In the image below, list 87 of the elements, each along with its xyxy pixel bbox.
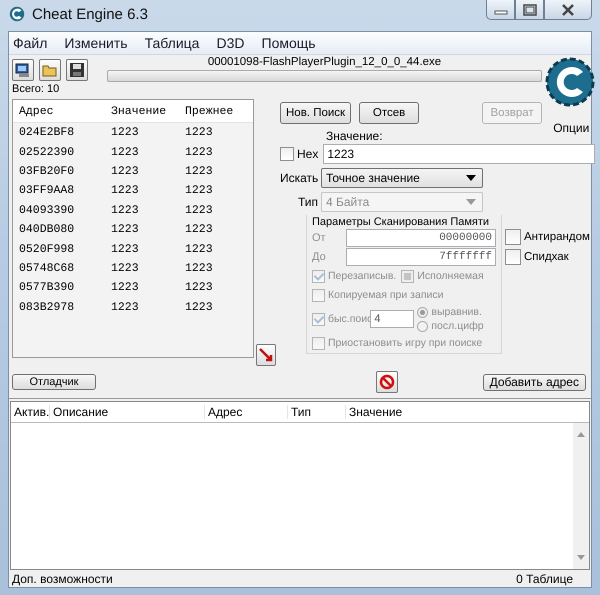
radio-label: посл.цифр [431, 320, 484, 332]
menu-item[interactable]: Изменить [64, 35, 128, 51]
computer-icon[interactable] [12, 59, 34, 81]
hex-checkbox[interactable] [280, 147, 294, 161]
column-header[interactable]: Адрес [13, 104, 105, 118]
scroll-up-icon[interactable] [576, 431, 586, 437]
settings-label[interactable]: Опции [553, 121, 590, 135]
table-cell-text: 083B2978 [18, 300, 76, 314]
from-label: От [312, 232, 327, 244]
group-title: Параметры Сканирования Памяти [312, 215, 490, 229]
table-count: 0 Таблице [516, 572, 573, 586]
table-cell-text: 1223 [110, 242, 140, 256]
minimize-button[interactable] [486, 0, 515, 20]
value-label: Значение: [326, 129, 383, 143]
option-checkbox[interactable] [505, 229, 521, 245]
table-cell-text: 1223 [110, 204, 140, 217]
to-label: До [312, 251, 327, 263]
table-cell-text: 1223 [184, 164, 214, 178]
table-cell-text: 040DB080 [18, 223, 76, 236]
folder-icon[interactable] [39, 59, 61, 81]
table-cell-text: 1223 [184, 223, 214, 236]
fast-scan-label: быс.поис [328, 313, 372, 325]
close-button[interactable] [544, 0, 592, 20]
column-header[interactable]: Описание [50, 405, 205, 419]
table-cell-text: 1223 [110, 223, 140, 236]
maximize-button[interactable] [515, 0, 544, 20]
menu-item[interactable]: Помощь [262, 35, 316, 51]
option-label: Спидхак [524, 251, 569, 263]
column-header[interactable]: Значение [346, 405, 589, 419]
table-cell-text: 1223 [110, 262, 140, 275]
value-type-label: Тип [296, 195, 318, 209]
table-cell-text: 1223 [110, 281, 140, 294]
column-header[interactable]: Актив. [11, 405, 50, 419]
stop-icon[interactable] [376, 371, 398, 393]
column-header[interactable]: Прежнее [179, 104, 251, 118]
option-checkbox[interactable] [505, 249, 521, 265]
logo-icon [8, 5, 26, 23]
window-title: Cheat Engine 6.3 [32, 6, 148, 22]
pause-game-label: Приостановить игру при поиске [328, 337, 482, 349]
table-cell-text: 1223 [184, 184, 214, 198]
writable-label: Перезаписыв. [328, 270, 396, 282]
menu-item[interactable]: D3D [216, 35, 244, 51]
found-count: Всего: 10 [12, 83, 60, 95]
debugger-button[interactable]: Отладчик [12, 374, 96, 390]
table-cell-text: 1223 [184, 146, 214, 159]
option-label: Антирандом [524, 231, 590, 243]
table-cell-text: 03FB20F0 [18, 164, 76, 178]
menu-item[interactable]: Таблица [144, 35, 200, 51]
table-cell-text: 1223 [110, 126, 140, 140]
column-header[interactable]: Адрес [205, 405, 288, 419]
maximize-icon [522, 4, 536, 16]
table-cell-text: 024E2BF8 [18, 126, 76, 140]
hex-label: Hex [297, 147, 318, 161]
table-cell-text: 1223 [110, 164, 140, 178]
scan-type-label: Искать [280, 171, 318, 185]
table-cell-text: 1223 [184, 204, 214, 217]
table-cell-text: 04093390 [18, 204, 76, 217]
table-cell-text: 1223 [184, 262, 214, 275]
table-cell-text: 03FF9AA8 [18, 184, 76, 198]
column-header[interactable]: Тип [288, 405, 346, 419]
scan-type-dropdown[interactable]: Точное значение [321, 168, 483, 188]
scrollbar[interactable] [573, 423, 589, 569]
value-field[interactable]: 1223 [323, 144, 596, 164]
table-cell-text: 1223 [184, 300, 214, 314]
close-icon [561, 4, 575, 16]
table-cell-text: 1223 [184, 126, 214, 140]
scan-button[interactable]: Нов. Поиск [280, 102, 352, 124]
table-cell-text: 1223 [184, 281, 214, 294]
table-cell-text: 1223 [110, 146, 140, 159]
table-cell-text: 1223 [110, 300, 140, 314]
process-name: 00001098-FlashPlayerPlugin_12_0_0_44.exe [208, 56, 442, 68]
table-cell-text: 02522390 [18, 146, 76, 159]
executable-label: Исполняемая [417, 270, 484, 282]
table-cell-text: 1223 [110, 184, 140, 198]
table-cell-text: 05748C68 [18, 262, 76, 275]
table-cell-text: 1223 [184, 242, 214, 256]
copy-on-write-label: Копируемая при записи [328, 289, 444, 301]
logo-icon[interactable] [545, 57, 595, 107]
column-header[interactable]: Значение [105, 104, 179, 118]
scan-button[interactable]: Отсев [359, 102, 420, 124]
radio-label: выравнив. [431, 306, 482, 318]
scroll-down-icon[interactable] [576, 555, 586, 561]
add-address-button[interactable]: Добавить адрес [482, 374, 586, 390]
table-cell-text: 0520F998 [18, 242, 76, 256]
menu-item[interactable]: Файл [13, 35, 48, 51]
table-cell-text: 0577B390 [18, 281, 76, 294]
status-text: Доп. возможности [12, 572, 113, 586]
